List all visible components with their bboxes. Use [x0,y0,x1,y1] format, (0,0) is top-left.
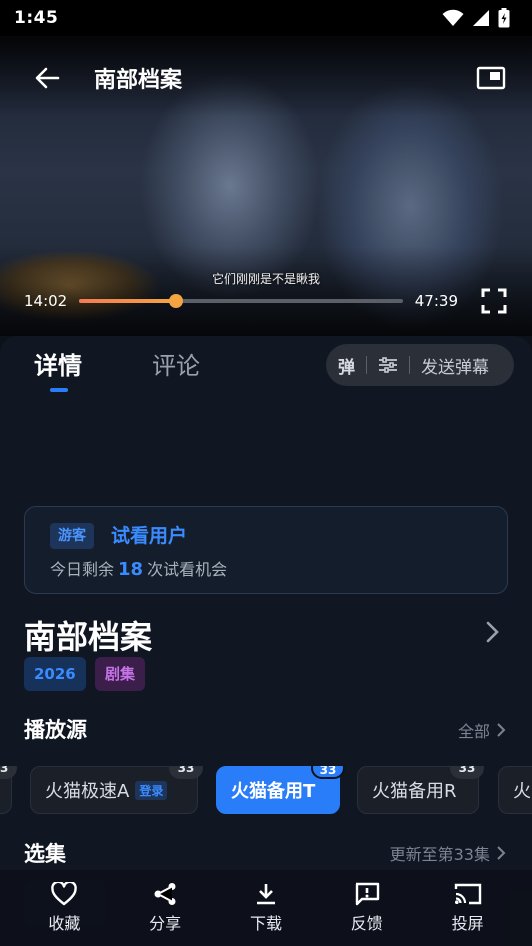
player-title: 南部档案 [94,68,183,93]
episodes-more-link[interactable]: 更新至第33集 [390,841,506,865]
source-label: 火猫极速A [45,781,130,802]
episode-count-badge: 33 [450,766,484,779]
guest-badge: 游客 [50,523,94,549]
cast-icon [454,883,481,905]
status-icons [442,8,510,28]
current-time: 14:02 [24,292,68,310]
chevron-right-icon[interactable] [482,620,502,644]
fullscreen-button[interactable] [480,287,508,315]
chevron-right-icon [497,723,506,737]
feedback-label: 反馈 [350,914,383,933]
source-item[interactable]: 火猫备用R 33 [357,766,484,814]
progress-fill [79,299,177,303]
fullscreen-icon [481,288,507,314]
source-item[interactable]: 33 [0,766,17,814]
danmaku-toggle-button[interactable]: 弹 [338,353,355,378]
year-tag: 2026 [24,657,86,691]
cast-button[interactable]: 投屏 [433,882,503,934]
episode-count-badge: 33 [0,766,17,779]
share-button[interactable]: 分享 [130,882,200,934]
progress-thumb[interactable] [169,294,184,308]
tab-details[interactable]: 详情 [34,346,82,381]
tab-comments[interactable]: 评论 [152,346,200,381]
sources-title: 播放源 [24,718,87,742]
show-title: 南部档案 [24,618,153,656]
danmaku-settings-icon[interactable] [378,356,398,374]
progress-bar[interactable] [79,294,403,308]
trial-card[interactable]: 游客 试看用户 今日剩余 18 次试看机会 [24,506,508,594]
remain-suffix: 次试看机会 [147,560,228,579]
feedback-button[interactable]: 反馈 [332,882,402,934]
source-label: 火猫备用T [231,781,316,802]
sources-more-label: 全部 [457,722,490,741]
source-item-active[interactable]: 火猫备用T 33 [216,766,345,814]
danmaku-bar: 弹 发送弹幕 [326,344,514,386]
total-time: 47:39 [414,292,458,310]
back-button[interactable] [30,61,64,95]
divider [409,356,410,374]
picture-in-picture-button[interactable] [474,61,508,95]
video-subtitle: 它们刚刚是不是瞅我 [211,272,320,286]
send-danmaku-button[interactable]: 发送弹幕 [421,353,489,378]
episode-count-badge: 33 [311,766,345,779]
heart-icon [51,882,78,906]
source-item[interactable]: 火 [498,766,532,814]
battery-icon [498,8,510,28]
signal-icon [473,10,489,26]
type-tag: 剧集 [95,657,146,691]
source-list: 33 火猫极速A 登录 33 火猫备用T 33 火猫备用R 33 火 [0,766,532,828]
remain-count: 18 [118,559,144,580]
trial-user-label: 试看用户 [111,525,188,547]
status-bar: 1:45 [0,0,532,36]
sources-more-link[interactable]: 全部 [458,718,506,742]
login-badge: 登录 [135,780,168,800]
cast-label: 投屏 [451,914,484,933]
download-icon [256,884,275,905]
pip-icon [476,66,506,90]
tab-bar: 详情 评论 弹 发送弹幕 [0,336,532,400]
details-panel: 详情 评论 弹 发送弹幕 游客 试看用户 今日剩余 18 次试看机会 南部档案 20… [0,336,532,946]
player-controls: 14:02 47:39 [0,286,532,316]
bottom-action-bar: 收藏 分享 下载 反馈 投屏 [0,870,532,946]
download-button[interactable]: 下载 [231,882,301,934]
download-label: 下载 [249,914,282,933]
share-label: 分享 [149,914,182,933]
chevron-right-icon [497,846,506,860]
trial-remaining: 今日剩余 18 次试看机会 [50,559,227,581]
source-label: 火 [513,781,531,802]
back-arrow-icon [35,67,60,89]
feedback-icon [355,882,379,906]
episodes-more-label: 更新至第33集 [389,845,490,864]
episodes-title: 选集 [24,842,66,866]
status-time: 1:45 [14,8,59,28]
favorite-label: 收藏 [48,914,81,933]
favorite-button[interactable]: 收藏 [29,882,99,934]
source-item[interactable]: 火猫极速A 登录 33 [30,766,203,814]
divider [366,356,367,374]
remain-prefix: 今日剩余 [50,560,115,579]
wifi-icon [442,9,464,26]
source-label: 火猫备用R [372,781,457,802]
player-top-bar: 南部档案 [0,36,532,120]
share-icon [154,883,176,905]
tab-indicator [50,388,68,392]
episode-count-badge: 33 [169,766,203,779]
